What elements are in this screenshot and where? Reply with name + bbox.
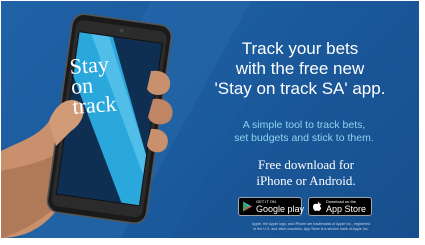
google-play-icon	[243, 201, 252, 212]
legal-line-2: in the U.S. and other countries. App Sto…	[253, 226, 369, 231]
google-play-badge[interactable]: GET IT ON Google play	[238, 197, 305, 216]
headline-line-3: 'Stay on track SA' app.	[214, 79, 386, 98]
store-badges: GET IT ON Google play Download on the Ap…	[238, 197, 408, 217]
subheadline-line-2: set budgets and stick to them.	[234, 132, 374, 144]
app-store-badge[interactable]: Download on the App Store	[308, 197, 372, 216]
app-store-label: App Store	[326, 204, 367, 214]
phone-screen-text: Stay on track	[69, 51, 118, 119]
download-callout: Free download for iPhone or Android.	[206, 157, 406, 189]
headline-line-2: with the free new	[235, 59, 365, 78]
subheadline-line-1: A simple tool to track bets,	[242, 119, 366, 131]
legal-disclaimer: Apple, the Apple logo, and iPhone are tr…	[211, 222, 411, 231]
apple-icon	[313, 201, 322, 211]
google-play-label: Google play	[256, 204, 305, 214]
subheadline: A simple tool to track bets, set budgets…	[201, 119, 407, 145]
download-line-2: iPhone or Android.	[256, 173, 356, 188]
download-line-1: Free download for	[257, 157, 355, 172]
ad-banner: Stay on track Track your bets with the f…	[1, 1, 419, 238]
phone-screen-line-3: track	[71, 90, 118, 119]
headline: Track your bets with the free new 'Stay …	[187, 39, 413, 99]
hand-holding-phone-illustration	[1, 13, 173, 238]
headline-line-1: Track your bets	[241, 39, 359, 58]
